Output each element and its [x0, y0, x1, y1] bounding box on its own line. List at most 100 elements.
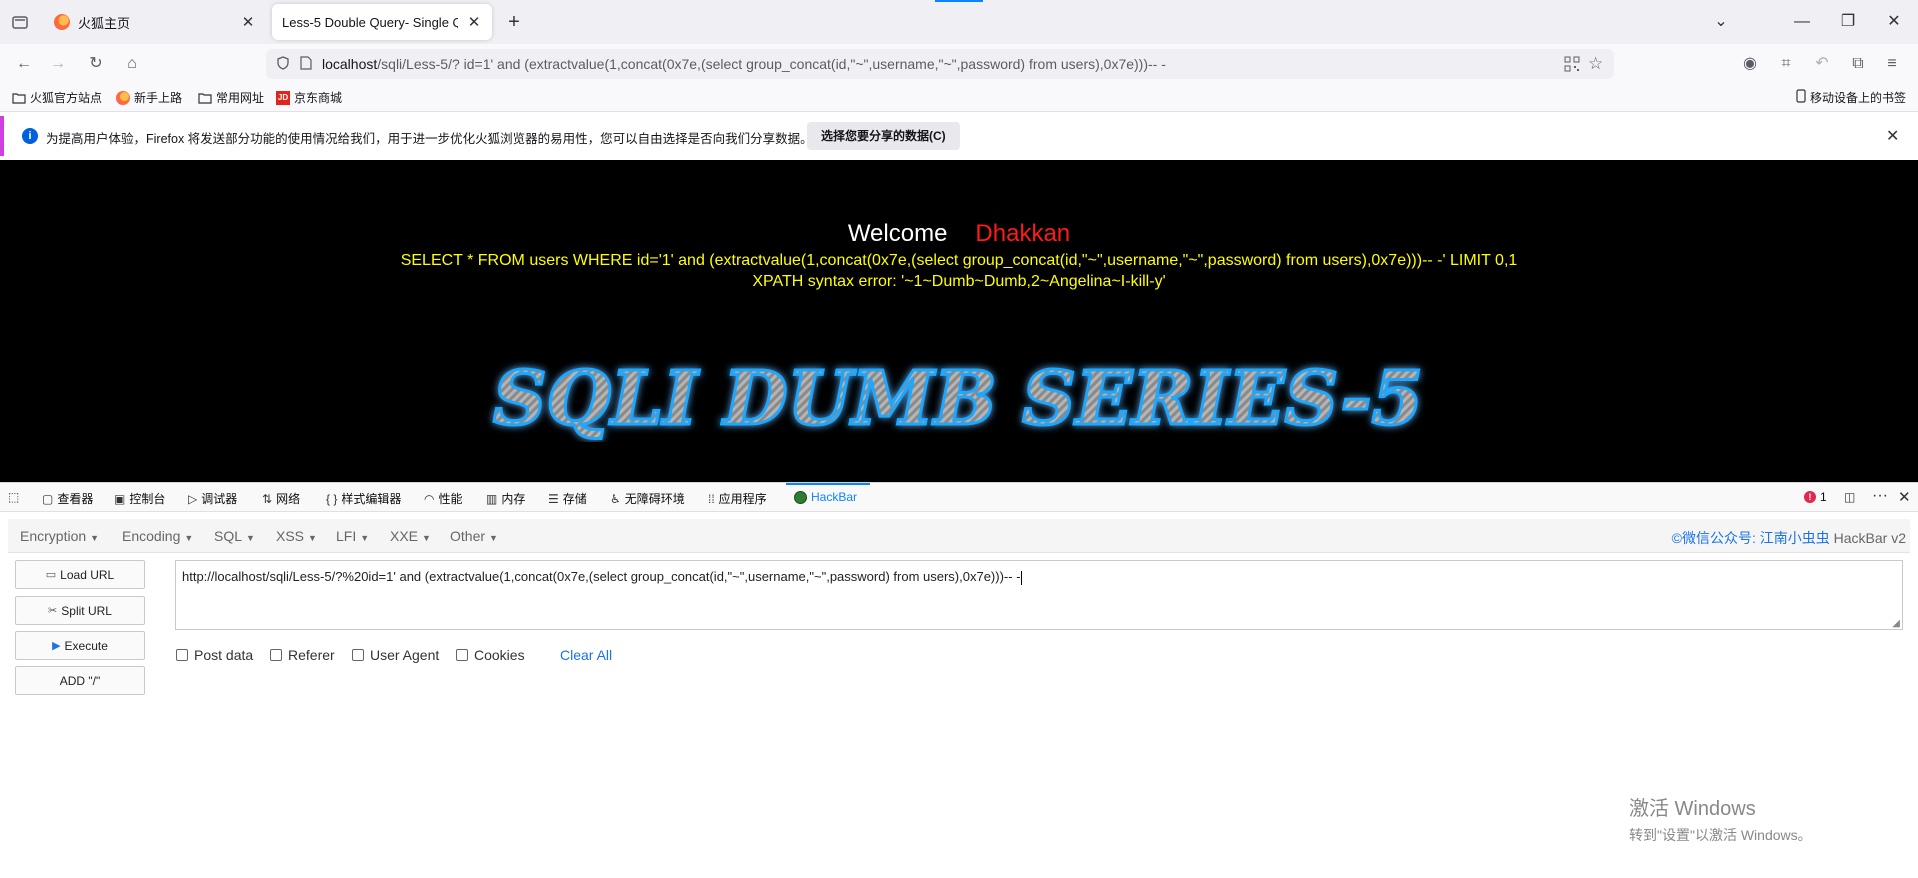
close-icon[interactable]: ✕	[240, 13, 256, 31]
devtools-toolbar: ⬚ ▢ 查看器 ▣ 控制台 ▷ 调试器 ⇅ 网络 { } 样式编辑器 ◠ 性能 ▥ 内存 ☰ 存…	[0, 483, 1918, 512]
bookmark-getting-started[interactable]: 新手上路	[116, 89, 182, 106]
clear-all-link[interactable]: Clear All	[560, 647, 612, 663]
tab-label: 性能	[438, 492, 463, 506]
bookmark-firefox-official[interactable]: 火狐官方站点	[12, 89, 102, 106]
menu-encoding[interactable]: Encoding ▼	[122, 528, 193, 544]
checkbox-label: User Agent	[370, 647, 440, 663]
account-icon[interactable]: ◉	[1738, 52, 1762, 76]
tab-label: 控制台	[129, 492, 166, 506]
bookmark-jd-mall[interactable]: JD 京东商城	[276, 89, 342, 106]
button-label: Split URL	[61, 603, 112, 618]
tab-debugger[interactable]: ▷ 调试器	[188, 490, 237, 507]
url-input-value: http://localhost/sqli/Less-5/?%20id=1' a…	[182, 569, 1021, 584]
menu-icon[interactable]: ≡	[1880, 52, 1904, 76]
element-picker-icon[interactable]: ⬚	[8, 490, 19, 504]
reload-icon[interactable]: ↻	[84, 52, 108, 76]
menu-xss[interactable]: XSS ▼	[276, 528, 317, 544]
accessibility-icon: ♿	[610, 491, 621, 506]
menu-label: XSS	[276, 528, 305, 544]
tab-application[interactable]: ⁞⁞ 应用程序	[708, 490, 767, 507]
forward-arrow-icon[interactable]: →	[46, 52, 70, 76]
windows-activation-watermark: 激活 Windows 转到"设置"以激活 Windows。	[1629, 792, 1812, 845]
menu-other[interactable]: Other ▼	[450, 528, 498, 544]
tab-firefox-home[interactable]: 火狐主页 ✕	[44, 4, 266, 40]
extensions-icon[interactable]: ⧉	[1846, 52, 1870, 76]
bookmark-common-sites[interactable]: 常用网址	[198, 89, 264, 106]
mobile-bookmarks[interactable]: 移动设备上的书签	[1796, 89, 1906, 106]
button-label: Load URL	[60, 567, 115, 582]
bookmark-label: 火狐官方站点	[30, 91, 103, 105]
list-all-tabs-chevron-icon[interactable]: ⌄	[1709, 10, 1733, 34]
tab-inspector[interactable]: ▢ 查看器	[42, 490, 93, 507]
tab-memory[interactable]: ▥ 内存	[486, 490, 525, 507]
qr-code-icon[interactable]	[1564, 56, 1580, 75]
bookmark-star-icon[interactable]: ☆	[1588, 54, 1603, 74]
tab-less5[interactable]: Less-5 Double Query- Single Quo ✕	[272, 4, 492, 40]
menu-xxe[interactable]: XXE ▼	[390, 528, 431, 544]
close-icon[interactable]: ✕	[1886, 126, 1899, 146]
banner-text: SQLI DUMB SERIES-5	[493, 356, 1423, 442]
choose-data-button[interactable]: 选择您要分享的数据(C)	[807, 122, 960, 150]
tab-network[interactable]: ⇅ 网络	[262, 490, 300, 507]
checkbox-box[interactable]	[456, 649, 468, 661]
tab-console[interactable]: ▣ 控制台	[114, 490, 165, 507]
gauge-icon: ◠	[424, 491, 435, 506]
add-slash-button[interactable]: ADD "/"	[15, 666, 145, 695]
new-tab-button[interactable]: +	[502, 10, 526, 34]
xpath-error-text: XPATH syntax error: '~1~Dumb~Dumb,2~Ange…	[752, 273, 1166, 290]
error-count: 1	[1820, 490, 1827, 504]
button-label: Execute	[64, 638, 108, 653]
load-url-button[interactable]: ▭ Load URL	[15, 560, 145, 589]
crop-icon[interactable]: ⌗	[1774, 52, 1798, 76]
url-bar[interactable]: localhost/sqli/Less-5/? id=1' and (extra…	[266, 49, 1614, 79]
checkbox-box[interactable]	[270, 649, 282, 661]
credit-prefix: ©微信公众号:	[1671, 530, 1760, 546]
minimize-button[interactable]: —	[1790, 10, 1814, 34]
caret-down-icon: ▼	[246, 533, 255, 543]
close-window-button[interactable]: ✕	[1882, 10, 1906, 34]
credit-name[interactable]: 江南小虫虫	[1760, 530, 1830, 546]
tab-hackbar[interactable]: HackBar	[794, 490, 857, 504]
url-host: localhost	[322, 56, 378, 72]
tab-performance[interactable]: ◠ 性能	[424, 490, 463, 507]
shield-icon[interactable]	[276, 55, 290, 73]
post-data-checkbox[interactable]: Post data	[176, 647, 253, 663]
more-options-icon[interactable]: ···	[1872, 487, 1888, 505]
back-arrow-icon[interactable]: ←	[12, 52, 36, 76]
execute-button[interactable]: ▶ Execute	[15, 631, 145, 660]
restore-button[interactable]: ❐	[1836, 10, 1860, 34]
undo-icon[interactable]: ↶	[1810, 52, 1834, 76]
referer-checkbox[interactable]: Referer	[270, 647, 335, 663]
console-icon: ▣	[114, 491, 126, 506]
menu-encryption[interactable]: Encryption ▼	[20, 528, 99, 544]
close-icon[interactable]: ✕	[466, 13, 482, 31]
caret-down-icon: ▼	[360, 533, 370, 543]
activation-hint: 转到"设置"以激活 Windows。	[1629, 827, 1812, 843]
menu-label: XXE	[390, 528, 419, 544]
tab-storage[interactable]: ☰ 存储	[548, 490, 587, 507]
resize-handle-icon[interactable]: ◢	[1892, 618, 1900, 629]
split-url-button[interactable]: ✂ Split URL	[15, 596, 145, 625]
menu-sql[interactable]: SQL ▼	[214, 528, 255, 544]
dock-toggle-icon[interactable]: ◫	[1844, 490, 1855, 504]
home-icon[interactable]: ⌂	[120, 52, 144, 76]
tab-label: 网络	[276, 492, 301, 506]
error-count-badge[interactable]: ! 1	[1804, 490, 1827, 504]
cookies-checkbox[interactable]: Cookies	[456, 647, 525, 663]
tab-style-editor[interactable]: { } 样式编辑器	[326, 490, 401, 507]
checkbox-box[interactable]	[176, 649, 188, 661]
tab-accessibility[interactable]: ♿ 无障碍环境	[610, 490, 685, 507]
caret-down-icon: ▼	[184, 533, 194, 543]
checkbox-box[interactable]	[352, 649, 364, 661]
checkbox-label: Referer	[288, 647, 335, 663]
hackbar-icon	[794, 490, 807, 504]
activation-title: 激活 Windows	[1629, 798, 1756, 820]
bookmarks-toolbar: 火狐官方站点 新手上路 常用网址 JD 京东商城 移动设备上的书签	[0, 84, 1918, 112]
user-agent-checkbox[interactable]: User Agent	[352, 647, 439, 663]
close-icon[interactable]: ✕	[1898, 488, 1911, 506]
firefox-icon	[116, 90, 130, 105]
menu-lfi[interactable]: LFI ▼	[336, 528, 369, 544]
tab-list-icon[interactable]	[10, 12, 30, 32]
hackbar-url-input[interactable]: http://localhost/sqli/Less-5/?%20id=1' a…	[175, 560, 1903, 630]
tab-label: 调试器	[201, 492, 238, 506]
